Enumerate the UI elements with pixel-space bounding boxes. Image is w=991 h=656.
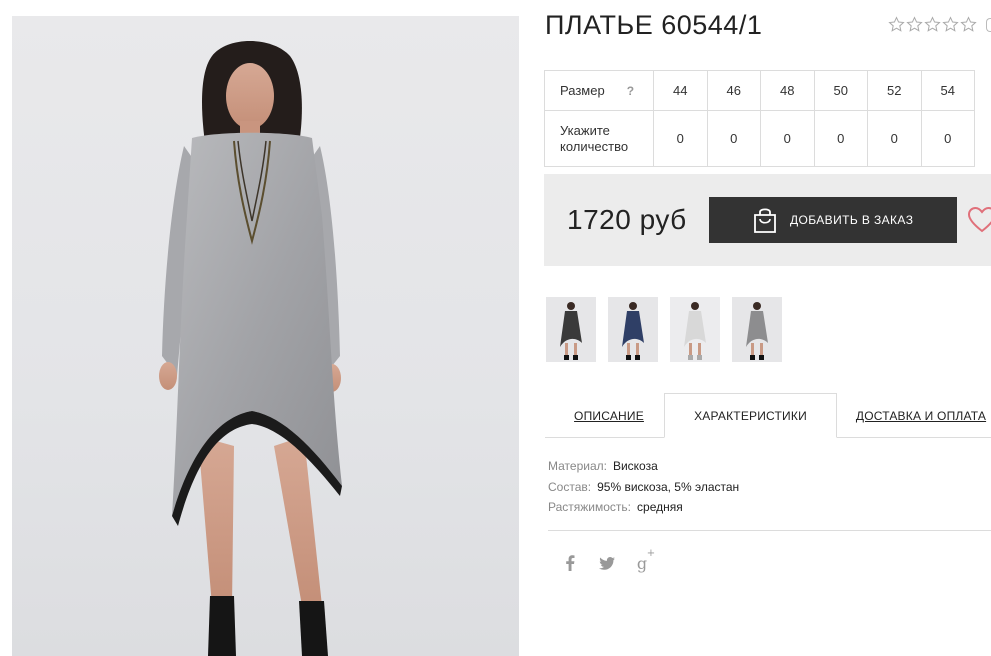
star-icon[interactable] xyxy=(888,16,905,33)
product-price: 1720 руб xyxy=(567,204,687,235)
size-50: 50 xyxy=(813,70,868,111)
spec-key: Материал: xyxy=(548,459,607,473)
thumb-white-dress[interactable] xyxy=(670,297,720,362)
tab-shipping[interactable]: ДОСТАВКА И ОПЛАТА xyxy=(851,393,991,438)
thumb-grey-dress[interactable] xyxy=(732,297,782,362)
characteristics-list: Материал: Вискоза Состав: 95% вискоза, 5% … xyxy=(548,456,739,518)
product-info-tabs: ОПИСАНИЕ ХАРАКТЕРИСТИКИ ДОСТАВКА И ОПЛАТ… xyxy=(545,393,991,438)
tab-description[interactable]: ОПИСАНИЕ xyxy=(553,393,665,438)
size-52: 52 xyxy=(867,70,922,111)
quantity-input-54[interactable]: 0 xyxy=(920,110,975,167)
tab-characteristics[interactable]: ХАРАКТЕРИСТИКИ xyxy=(664,393,837,438)
google-plus-icon[interactable]: g + xyxy=(632,548,655,573)
spec-stretch: Растяжимость: средняя xyxy=(548,497,739,518)
spec-composition: Состав: 95% вискоза, 5% эластан xyxy=(548,477,739,498)
quantity-row: Укажите количество 0 0 0 0 0 0 xyxy=(544,110,975,167)
social-share: g + xyxy=(560,548,655,573)
thumb-black-dress[interactable] xyxy=(546,297,596,362)
quantity-label: Укажите количество xyxy=(544,110,654,167)
star-icon[interactable] xyxy=(924,16,941,33)
facebook-icon[interactable] xyxy=(560,553,580,573)
size-44: 44 xyxy=(653,70,708,111)
tab-description-label: ОПИСАНИЕ xyxy=(574,408,644,423)
size-label-cell: Размер? xyxy=(544,70,654,111)
tab-shipping-label: ДОСТАВКА И ОПЛАТА xyxy=(855,408,987,423)
twitter-icon[interactable] xyxy=(597,553,617,573)
quantity-input-44[interactable]: 0 xyxy=(653,110,708,167)
thumb-blue-dress[interactable] xyxy=(608,297,658,362)
quantity-input-46[interactable]: 0 xyxy=(706,110,761,167)
section-divider xyxy=(548,530,991,531)
add-to-order-label: ДОБАВИТЬ В ЗАКАЗ xyxy=(790,213,914,227)
star-icon[interactable] xyxy=(942,16,959,33)
price-panel: 1720 руб ДОБАВИТЬ В ЗАКАЗ xyxy=(544,174,991,266)
quantity-input-50[interactable]: 0 xyxy=(813,110,868,167)
spec-value: средняя xyxy=(637,500,683,514)
compare-icon[interactable] xyxy=(986,18,991,32)
spec-value: Вискоза xyxy=(612,459,658,473)
size-46: 46 xyxy=(706,70,761,111)
size-48: 48 xyxy=(760,70,815,111)
spec-key: Растяжимость: xyxy=(548,500,632,514)
size-quantity-table: Размер? 44 46 48 50 52 54 Укажите количе… xyxy=(544,70,975,167)
rating-stars[interactable] xyxy=(888,16,977,33)
quantity-input-48[interactable]: 0 xyxy=(760,110,815,167)
spec-value: 95% вискоза, 5% эластан xyxy=(597,479,740,494)
size-label: Размер xyxy=(560,83,605,98)
size-row: Размер? 44 46 48 50 52 54 xyxy=(544,70,975,111)
color-thumbnails xyxy=(546,297,782,362)
quantity-input-52[interactable]: 0 xyxy=(867,110,922,167)
star-icon[interactable] xyxy=(906,16,923,33)
star-icon[interactable] xyxy=(960,16,977,33)
product-title: ПЛАТЬЕ 60544/1 xyxy=(545,10,763,40)
add-to-order-button[interactable]: ДОБАВИТЬ В ЗАКАЗ xyxy=(709,197,957,243)
product-main-photo[interactable] xyxy=(12,16,519,656)
size-54: 54 xyxy=(920,70,975,111)
spec-material: Материал: Вискоза xyxy=(548,456,739,477)
size-help-icon[interactable]: ? xyxy=(627,84,634,98)
spec-key: Состав: xyxy=(548,479,592,494)
shopping-bag-icon xyxy=(752,206,778,234)
tab-characteristics-label: ХАРАКТЕРИСТИКИ xyxy=(694,408,807,423)
model-photo-illustration xyxy=(159,41,342,656)
heart-icon[interactable] xyxy=(967,206,991,234)
